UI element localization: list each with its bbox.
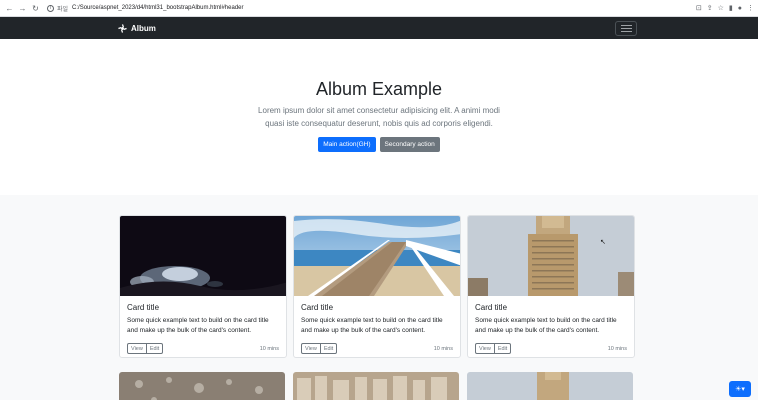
info-icon[interactable]: i — [47, 4, 54, 12]
album-card: Card title Some quick example text to bu… — [119, 215, 287, 358]
view-button[interactable]: View — [475, 343, 495, 354]
sidebar-icon[interactable]: ▮ — [729, 4, 733, 12]
address-label: 파일 — [57, 6, 69, 13]
view-button[interactable]: View — [301, 343, 321, 354]
profile-icon[interactable]: ● — [738, 5, 742, 12]
sun-icon: ☀▾ — [735, 386, 745, 393]
hero-section: Album Example Lorem ipsum dolor sit amet… — [0, 39, 758, 195]
hamburger-icon — [620, 24, 632, 26]
navbar-toggler[interactable] — [615, 20, 637, 36]
mouse-cursor-icon: ↖ — [600, 239, 606, 246]
album-card-image-partial — [467, 372, 633, 400]
address-bar[interactable]: i 파일 C:/Source/aspnet_2023/d4/html31_boo… — [47, 4, 696, 13]
main-action-button[interactable]: Main action(GH) — [318, 137, 376, 152]
browser-toolbar: ← → ↻ i 파일 C:/Source/aspnet_2023/d4/html… — [0, 0, 758, 17]
card-title: Card title — [127, 303, 160, 312]
edit-button[interactable]: Edit — [494, 343, 512, 354]
brand-label: Album — [131, 23, 156, 33]
album-card: ↖ Card title Some quick example text to … — [467, 215, 635, 358]
translate-icon[interactable]: ⊡ — [696, 4, 702, 12]
card-image: ↖ — [468, 216, 634, 296]
share-icon[interactable]: ⇪ — [707, 4, 713, 12]
view-button[interactable]: View — [127, 343, 147, 354]
app-navbar: Album — [0, 17, 758, 39]
hero-title: Album Example — [315, 79, 443, 99]
album-card: Card title Some quick example text to bu… — [293, 215, 461, 358]
album-card-image-partial — [293, 372, 459, 400]
card-text: Some quick example text to build on the … — [301, 317, 443, 334]
secondary-action-button[interactable]: Secondary action — [379, 137, 440, 152]
album-card-image-partial — [119, 372, 285, 400]
back-arrow-icon[interactable]: ← — [4, 3, 15, 14]
menu-kebab-icon[interactable]: ⋮ — [747, 4, 754, 12]
bookmark-star-icon[interactable]: ☆ — [718, 4, 724, 12]
navbar-brand[interactable]: Album — [118, 24, 156, 33]
address-url[interactable]: C:/Source/aspnet_2023/d4/html31_bootstra… — [72, 5, 243, 11]
card-time: 10 mins — [259, 345, 279, 352]
card-text: Some quick example text to build on the … — [127, 317, 269, 334]
forward-arrow-icon[interactable]: → — [17, 3, 28, 14]
reload-icon[interactable]: ↻ — [30, 3, 41, 14]
album-section: Card title Some quick example text to bu… — [0, 195, 758, 400]
edit-button[interactable]: Edit — [320, 343, 338, 354]
card-title: Card title — [475, 303, 508, 312]
card-time: 10 mins — [607, 345, 627, 352]
card-image — [120, 216, 286, 296]
edit-button[interactable]: Edit — [146, 343, 164, 354]
card-time: 10 mins — [433, 345, 453, 352]
theme-toggle-button[interactable]: ☀▾ — [729, 381, 751, 397]
card-text: Some quick example text to build on the … — [475, 317, 617, 334]
hero-lead: Lorem ipsum dolor sit amet consectetur a… — [258, 106, 500, 128]
camera-icon — [118, 23, 127, 33]
card-title: Card title — [301, 303, 334, 312]
card-image — [294, 216, 460, 296]
